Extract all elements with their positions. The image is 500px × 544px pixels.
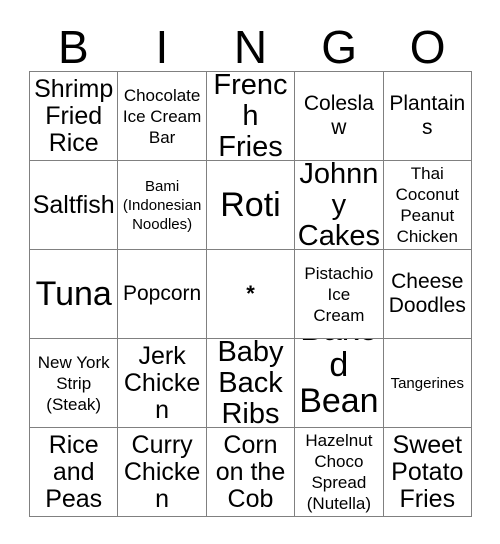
bingo-cell-label: Thai Coconut Peanut Chicken [395, 164, 459, 246]
bingo-cell-label: Baked Beans [299, 339, 379, 427]
bingo-cell-r2c2[interactable]: Bami (Indonesian Noodles) [118, 161, 207, 250]
bingo-cell-label: Hazelnut Choco Spread (Nutella) [305, 431, 373, 513]
bingo-cell-r5c3[interactable]: Corn on the Cob [206, 428, 296, 517]
free-space-asterisk-icon: * [246, 281, 255, 306]
bingo-cell-r4c4[interactable]: Baked Beans [295, 339, 384, 428]
bingo-cell-r2c4[interactable]: Johnny Cakes [295, 161, 384, 250]
bingo-grid: Shrimp Fried Rice Chocolate Ice Cream Ba… [29, 71, 472, 517]
bingo-cell-r2c5[interactable]: Thai Coconut Peanut Chicken [383, 161, 472, 250]
bingo-cell-label: French Fries [213, 72, 288, 161]
bingo-cell-r2c3[interactable]: Roti [206, 161, 296, 250]
bingo-cell-r1c5[interactable]: Plantains [383, 72, 472, 161]
bingo-header-letter-i: I [155, 21, 169, 73]
bingo-cell-label: Bami (Indonesian Noodles) [122, 177, 202, 233]
bingo-header-letter-b: B [57, 21, 89, 73]
bingo-cell-label: Johnny Cakes [297, 161, 380, 250]
bingo-cell-r2c1[interactable]: Saltfish [30, 161, 119, 250]
bingo-cell-label: Tangerines [390, 374, 464, 392]
bingo-cell-label: Popcorn [122, 282, 202, 305]
bingo-cell-r5c5[interactable]: Sweet Potato Fries [383, 428, 472, 517]
bingo-cell-r3c4[interactable]: Pistachio Ice Cream [295, 250, 384, 339]
bingo-cell-label: Baby Back Ribs [217, 339, 284, 428]
bingo-cell-label: Coleslaw [303, 92, 374, 139]
bingo-header-letter-o: O [409, 21, 446, 73]
bingo-cell-label: New York Strip (Steak) [37, 352, 110, 414]
bingo-cell-label: Tuna [35, 275, 112, 313]
bingo-cell-label: Cheese Doodles [388, 270, 466, 317]
bingo-cell-label: Plantains [389, 92, 466, 139]
bingo-cell-r3c2[interactable]: Popcorn [118, 250, 207, 339]
bingo-cell-r1c2[interactable]: Chocolate Ice Cream Bar [118, 72, 207, 161]
bingo-cell-r5c4[interactable]: Hazelnut Choco Spread (Nutella) [295, 428, 384, 517]
bingo-card: B I N G O Shrimp Fried Rice Chocolate Ic… [0, 0, 500, 544]
bingo-cell-r1c3[interactable]: French Fries [206, 72, 296, 161]
bingo-cell-label: Jerk Chicken [123, 341, 201, 424]
bingo-cell-label: Shrimp Fried Rice [34, 74, 114, 157]
bingo-cell-r4c3[interactable]: Baby Back Ribs [206, 339, 296, 428]
bingo-header-letter-n: N [233, 21, 268, 73]
bingo-header-letter-g: G [321, 21, 357, 73]
bingo-cell-r5c1[interactable]: Rice and Peas [30, 428, 119, 517]
bingo-cell-label: Roti [220, 186, 281, 224]
bingo-cell-r3c5[interactable]: Cheese Doodles [383, 250, 472, 339]
bingo-cell-free-space[interactable]: * [206, 250, 296, 339]
bingo-cell-r4c1[interactable]: New York Strip (Steak) [30, 339, 119, 428]
bingo-cell-r4c2[interactable]: Jerk Chicken [118, 339, 207, 428]
bingo-cell-r1c1[interactable]: Shrimp Fried Rice [30, 72, 119, 161]
bingo-cell-label: Pistachio Ice Cream [304, 263, 374, 325]
bingo-cell-r5c2[interactable]: Curry Chicken [118, 428, 207, 517]
bingo-header-row: B I N G O [29, 14, 472, 71]
bingo-cell-r1c4[interactable]: Coleslaw [295, 72, 384, 161]
bingo-cell-label: Saltfish [32, 190, 115, 219]
bingo-cell-label: Curry Chicken [123, 430, 201, 513]
bingo-cell-r4c5[interactable]: Tangerines [383, 339, 472, 428]
bingo-cell-label: Corn on the Cob [215, 430, 286, 513]
bingo-cell-label: Rice and Peas [45, 430, 103, 513]
bingo-cell-label: Sweet Potato Fries [391, 430, 464, 513]
bingo-cell-r3c1[interactable]: Tuna [30, 250, 119, 339]
bingo-cell-label: Chocolate Ice Cream Bar [122, 85, 202, 147]
